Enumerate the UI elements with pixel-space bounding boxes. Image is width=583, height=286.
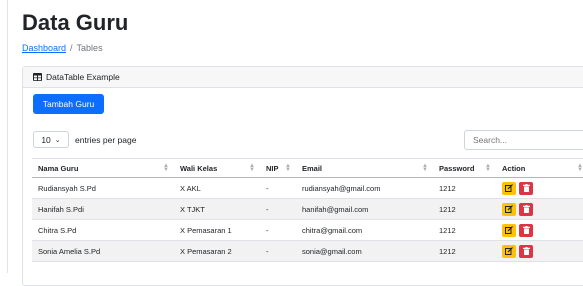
- cell-nama: Sonia Amelia S.Pd: [32, 240, 174, 262]
- table-row: Chitra S.Pd X Pemasaran 1 - chitra@gmail…: [32, 219, 583, 241]
- sort-icon: ▲ ▼: [163, 163, 169, 173]
- edit-button[interactable]: [502, 244, 516, 258]
- cell-nama: Chitra S.Pd: [32, 219, 174, 241]
- breadcrumb: Dashboard / Tables: [22, 43, 103, 53]
- column-header-email[interactable]: Email ▲ ▼: [296, 158, 433, 178]
- cell-email: chitra@gmail.com: [296, 219, 433, 241]
- delete-button[interactable]: [519, 244, 533, 258]
- datatable-card: DataTable Example Tambah Guru 10 ⌄ entri…: [22, 66, 583, 286]
- cell-password: 1212: [433, 198, 496, 220]
- column-header-action[interactable]: Action ▲ ▼: [496, 158, 583, 178]
- cell-password: 1212: [433, 219, 496, 241]
- cell-action: [496, 240, 583, 262]
- add-guru-button[interactable]: Tambah Guru: [33, 94, 104, 114]
- cell-nip: -: [260, 177, 296, 199]
- cell-nip: -: [260, 240, 296, 262]
- sort-icon: ▲ ▼: [485, 163, 491, 173]
- sort-icon: ▲ ▼: [285, 163, 291, 173]
- column-label: Action: [502, 163, 526, 173]
- column-header-wali-kelas[interactable]: Wali Kelas ▲ ▼: [174, 158, 260, 178]
- cell-email: hanifah@gmail.com: [296, 198, 433, 220]
- edit-icon: [505, 205, 513, 213]
- column-label: Wali Kelas: [180, 163, 218, 173]
- cell-nip: -: [260, 219, 296, 241]
- edit-button[interactable]: [502, 223, 516, 237]
- trash-icon: [522, 184, 530, 192]
- cell-wali-kelas: X TJKT: [174, 198, 260, 220]
- search-input[interactable]: [464, 130, 583, 150]
- trash-icon: [522, 205, 530, 213]
- table-icon: [33, 73, 42, 81]
- cell-password: 1212: [433, 177, 496, 199]
- table-row: Rudiansyah S.Pd X AKL - rudiansyah@gmail…: [32, 177, 583, 199]
- cell-action: [496, 177, 583, 199]
- cell-email: rudiansyah@gmail.com: [296, 177, 433, 199]
- edit-button[interactable]: [502, 202, 516, 216]
- cell-password: 1212: [433, 240, 496, 262]
- page-title: Data Guru: [22, 10, 129, 35]
- column-label: Password: [439, 163, 475, 173]
- breadcrumb-dashboard-link[interactable]: Dashboard: [22, 43, 66, 53]
- column-header-nama-guru[interactable]: Nama Guru ▲ ▼: [32, 158, 174, 178]
- column-label: Email: [302, 163, 323, 173]
- cell-nip: -: [260, 198, 296, 220]
- entries-label: entries per page: [75, 134, 137, 145]
- cell-nama: Rudiansyah S.Pd: [32, 177, 174, 199]
- cell-action: [496, 198, 583, 220]
- trash-icon: [522, 226, 530, 234]
- edit-icon: [505, 247, 513, 255]
- delete-button[interactable]: [519, 223, 533, 237]
- data-table: Nama Guru ▲ ▼ Wali Kelas ▲ ▼ NIP ▲ ▼ Email ▲ ▼ P…: [32, 158, 583, 262]
- card-header-title: DataTable Example: [46, 72, 120, 82]
- cell-wali-kelas: X Pemasaran 1: [174, 219, 260, 241]
- entries-select-value: 10: [41, 134, 51, 145]
- sort-icon: ▲ ▼: [249, 163, 255, 173]
- delete-button[interactable]: [519, 181, 533, 195]
- card-header: DataTable Example: [23, 67, 583, 88]
- column-label: Nama Guru: [38, 163, 79, 173]
- column-header-password[interactable]: Password ▲ ▼: [433, 158, 496, 178]
- table-header-row: Nama Guru ▲ ▼ Wali Kelas ▲ ▼ NIP ▲ ▼ Email ▲ ▼ P…: [32, 158, 583, 178]
- cell-nama: Hanifah S.Pdi: [32, 198, 174, 220]
- sidebar-edge: [0, 0, 8, 273]
- edit-icon: [505, 184, 513, 192]
- sort-icon: ▲ ▼: [577, 163, 583, 173]
- breadcrumb-separator: /: [70, 43, 73, 53]
- table-row: Sonia Amelia S.Pd X Pemasaran 2 - sonia@…: [32, 240, 583, 262]
- entries-select[interactable]: 10 ⌄: [33, 131, 69, 148]
- chevron-down-icon: ⌄: [54, 136, 61, 144]
- column-header-nip[interactable]: NIP ▲ ▼: [260, 158, 296, 178]
- trash-icon: [522, 247, 530, 255]
- cell-email: sonia@gmail.com: [296, 240, 433, 262]
- cell-wali-kelas: X Pemasaran 2: [174, 240, 260, 262]
- edit-icon: [505, 226, 513, 234]
- cell-action: [496, 219, 583, 241]
- sort-icon: ▲ ▼: [422, 163, 428, 173]
- edit-button[interactable]: [502, 181, 516, 195]
- main-content: Data Guru Dashboard / Tables DataTable Exa…: [22, 0, 583, 286]
- delete-button[interactable]: [519, 202, 533, 216]
- table-row: Hanifah S.Pdi X TJKT - hanifah@gmail.com…: [32, 198, 583, 220]
- breadcrumb-current: Tables: [76, 43, 103, 53]
- cell-wali-kelas: X AKL: [174, 177, 260, 199]
- column-label: NIP: [266, 163, 279, 173]
- entries-per-page: 10 ⌄ entries per page: [33, 131, 136, 148]
